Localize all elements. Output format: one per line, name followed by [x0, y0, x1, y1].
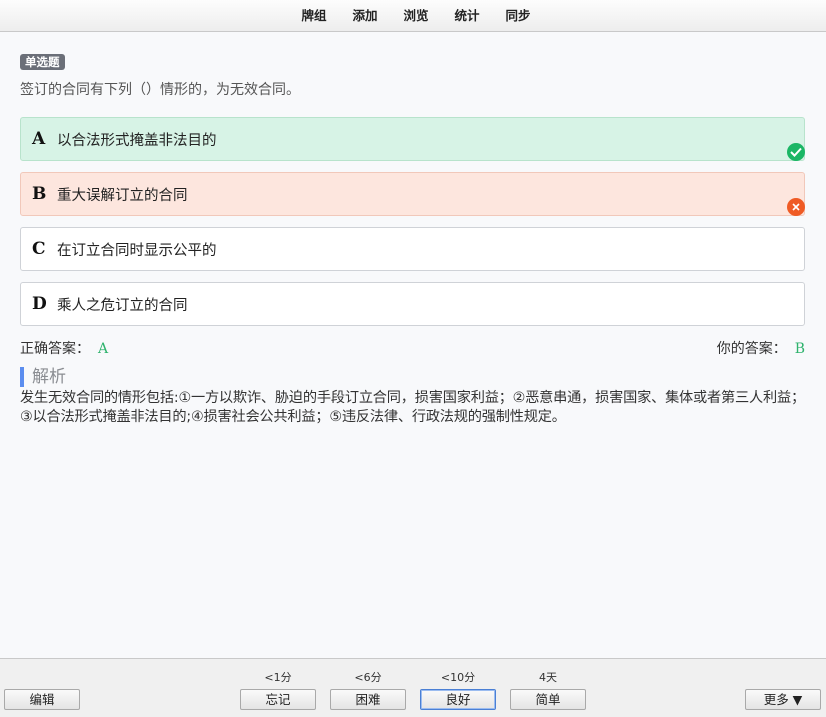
- top-toolbar: 牌组 添加 浏览 统计 同步: [0, 0, 826, 32]
- correct-answer-value: A: [98, 341, 109, 357]
- option-letter: C: [32, 239, 46, 259]
- x-circle-icon: [787, 198, 805, 216]
- answers-row: 正确答案： A 你的答案： B: [20, 338, 805, 358]
- your-answer-value: B: [794, 341, 805, 357]
- option-text: 在订立合同时显示公平的: [57, 242, 217, 259]
- your-answer: 你的答案： B: [717, 338, 805, 358]
- your-answer-label: 你的答案：: [716, 341, 787, 357]
- option-text: 乘人之危订立的合同: [57, 297, 188, 314]
- nav-decks[interactable]: 牌组: [288, 0, 339, 32]
- easy-button[interactable]: 简单: [510, 689, 586, 710]
- option-text: 以合法形式掩盖非法目的: [57, 132, 217, 149]
- edit-button[interactable]: 编辑: [4, 689, 80, 710]
- option-d[interactable]: D 乘人之危订立的合同: [20, 282, 805, 326]
- analysis-text: 发生无效合同的情形包括:①一方以欺诈、胁迫的手段订立合同，损害国家利益；②恶意串…: [20, 390, 805, 425]
- more-button[interactable]: 更多 ▼: [745, 689, 821, 710]
- question-text: 签订的合同有下列（）情形的，为无效合同。: [20, 82, 300, 98]
- interval-easy: 4天: [539, 671, 557, 684]
- correct-answer-label: 正确答案：: [20, 341, 90, 357]
- correct-answer: 正确答案： A: [20, 338, 108, 358]
- hard-button[interactable]: 困难: [330, 689, 406, 710]
- nav-stats[interactable]: 统计: [442, 0, 493, 32]
- option-c[interactable]: C 在订立合同时显示公平的: [20, 227, 805, 271]
- option-text: 重大误解订立的合同: [57, 187, 188, 204]
- good-button[interactable]: 良好: [420, 689, 496, 710]
- nav-add[interactable]: 添加: [339, 0, 390, 32]
- analysis-title: 解析: [20, 367, 66, 387]
- interval-good: <10分: [440, 671, 476, 684]
- again-button[interactable]: 忘记: [240, 689, 316, 710]
- nav-sync[interactable]: 同步: [493, 0, 544, 32]
- check-circle-icon: [787, 143, 805, 161]
- option-letter: B: [32, 184, 47, 204]
- interval-again: <1分: [264, 671, 292, 684]
- option-a[interactable]: A 以合法形式掩盖非法目的: [20, 117, 805, 161]
- bottom-bar: 编辑 <1分 <6分 <10分 4天 忘记 困难 良好 简单 更多 ▼: [0, 658, 826, 717]
- nav-browse[interactable]: 浏览: [390, 0, 441, 32]
- option-b[interactable]: B 重大误解订立的合同: [20, 172, 805, 216]
- main-nav: 牌组 添加 浏览 统计 同步: [288, 0, 543, 32]
- option-letter: D: [32, 294, 47, 314]
- option-letter: A: [32, 129, 46, 149]
- interval-hard: <6分: [354, 671, 382, 684]
- question-type-badge: 单选题: [20, 54, 65, 70]
